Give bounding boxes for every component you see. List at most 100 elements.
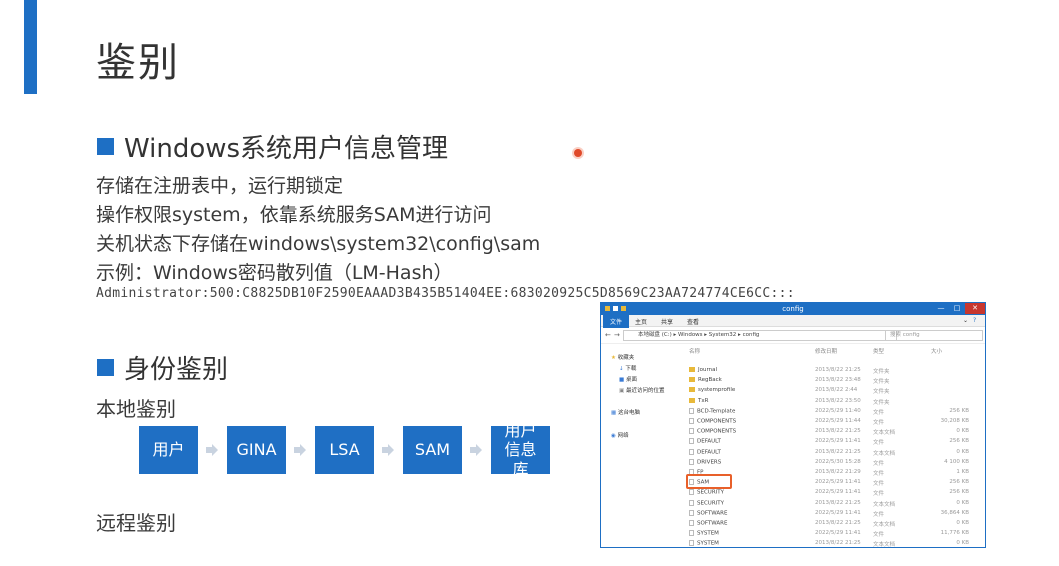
sam-file-highlight <box>686 474 732 489</box>
nav-favorites[interactable]: ★ 收藏夹 <box>611 353 634 361</box>
body-line-2: 操作权限system，依靠系统服务SAM进行访问 <box>96 204 492 226</box>
file-list: 名称 修改日期 类型 大小 Journal 2013/8/22 21:25 文件夹 R… <box>685 347 985 547</box>
column-header-name[interactable]: 名称 <box>689 347 700 355</box>
file-name: RegBack <box>689 377 722 383</box>
help-icon[interactable]: ? <box>973 317 976 324</box>
back-arrow-icon[interactable]: ← <box>605 331 611 339</box>
arrow-right-icon <box>294 444 306 456</box>
file-row[interactable]: COMPONENTS 2013/8/22 21:25 文本文档 0 KB <box>685 428 985 438</box>
file-name: TxR <box>689 397 708 404</box>
file-icon <box>689 418 694 424</box>
body-line-3: 关机状态下存储在windows\system32\config\sam <box>96 233 541 255</box>
file-size: 11,776 KB <box>940 530 969 537</box>
maximize-button[interactable]: □ <box>949 303 965 314</box>
body-line-4: 示例：Windows密码散列值（LM-Hash） <box>96 262 453 284</box>
file-name-text: SOFTWARE <box>697 520 728 527</box>
file-name: SECURITY <box>689 499 724 506</box>
local-auth-label: 本地鉴别 <box>96 397 176 421</box>
page-title: 鉴别 <box>96 40 180 86</box>
file-row[interactable]: DEFAULT 2022/5/29 11:41 文件 256 KB <box>685 438 985 448</box>
nav-label: 这台电脑 <box>617 410 640 416</box>
nav-this-pc[interactable]: ▦ 这台电脑 <box>611 408 640 416</box>
file-date: 2022/5/30 15:28 <box>815 458 861 465</box>
file-type: 文件夹 <box>873 389 890 396</box>
nav-recent[interactable]: ▣ 最近访问的位置 <box>619 386 664 394</box>
file-row[interactable]: TxR 2013/8/22 23:50 文件夹 <box>685 397 985 408</box>
file-type: 文件 <box>873 491 885 498</box>
file-row[interactable]: systemprofile 2013/8/22 2:44 文件夹 <box>685 387 985 397</box>
file-icon <box>689 499 694 506</box>
folder-icon <box>689 387 695 393</box>
ribbon-tabs: 文件 主页 共享 查看 ⌄ ? <box>601 315 985 328</box>
bullet-square-icon <box>97 138 114 155</box>
file-name: DEFAULT <box>689 448 721 455</box>
title-accent-bar <box>24 0 37 94</box>
search-input[interactable]: 搜索 config <box>885 330 983 341</box>
file-type: 文本文档 <box>873 430 896 437</box>
file-row[interactable]: SYSTEM 2022/5/29 11:41 文件 11,776 KB <box>685 530 985 540</box>
file-name: SYSTEM <box>689 540 719 547</box>
tab-share[interactable]: 共享 <box>661 317 673 326</box>
file-name: Journal <box>689 367 717 373</box>
file-size: 256 KB <box>949 407 969 414</box>
file-name: systemprofile <box>689 387 735 393</box>
file-icon <box>689 520 694 526</box>
file-size: 0 KB <box>956 428 969 435</box>
nav-label: 桌面 <box>625 377 637 383</box>
lm-hash-example: Administrator:500:C8825DB10F2590EAAAD3B4… <box>96 286 795 301</box>
arrow-right-icon <box>470 444 482 456</box>
file-row[interactable]: RegBack 2013/8/22 23:48 文件夹 <box>685 377 985 387</box>
tab-view[interactable]: 查看 <box>687 317 699 326</box>
file-row[interactable]: SECURITY 2022/5/29 11:41 文件 256 KB <box>685 489 985 499</box>
bullet-square-icon <box>97 359 114 376</box>
file-row[interactable]: Journal 2013/8/22 21:25 文件夹 <box>685 367 985 377</box>
file-size: 256 KB <box>949 489 969 496</box>
file-type: 文件夹 <box>873 399 890 406</box>
file-name-text: RegBack <box>698 377 722 384</box>
nav-label: 收藏夹 <box>617 355 635 361</box>
file-name: SOFTWARE <box>689 520 727 527</box>
file-size: 0 KB <box>956 448 969 455</box>
file-date: 2013/8/22 21:25 <box>815 540 861 547</box>
nav-label: 下载 <box>625 366 637 372</box>
file-name-text: Journal <box>698 367 718 373</box>
remote-auth-label: 远程鉴别 <box>96 511 176 535</box>
column-header-size[interactable]: 大小 <box>931 347 942 355</box>
file-icon <box>689 530 694 537</box>
file-row[interactable]: SYSTEM 2013/8/22 21:25 文本文档 0 KB <box>685 540 985 547</box>
file-icon <box>689 438 694 445</box>
file-date: 2013/8/22 21:25 <box>815 367 861 373</box>
file-row[interactable]: BCD-Template 2022/5/29 11:40 文件 256 KB <box>685 407 985 418</box>
file-size: 4 100 KB <box>944 458 969 465</box>
file-date: 2013/8/22 23:50 <box>815 397 861 404</box>
close-button[interactable]: ✕ <box>965 303 985 314</box>
file-row[interactable]: DEFAULT 2013/8/22 21:25 文本文档 0 KB <box>685 448 985 459</box>
file-type: 文件夹 <box>873 369 890 375</box>
file-date: 2013/8/22 21:25 <box>815 428 861 435</box>
navigation-pane: ★ 收藏夹 ↓ 下载 ■ 桌面 ▣ 最近访问的位置 ▦ 这台电脑 ◉ 网络 <box>601 343 681 547</box>
file-row[interactable]: DRIVERS 2022/5/30 15:28 文件 4 100 KB <box>685 458 985 469</box>
column-header-type[interactable]: 类型 <box>873 347 884 355</box>
nav-network[interactable]: ◉ 网络 <box>611 431 629 439</box>
pointer-dot <box>574 149 582 157</box>
file-date: 2013/8/22 2:44 <box>815 387 858 394</box>
section-heading-windows: Windows系统用户信息管理 <box>97 128 448 165</box>
tab-home[interactable]: 主页 <box>635 317 647 326</box>
flow-box-lsa: LSA <box>315 426 374 474</box>
file-type: 文件 <box>873 460 885 467</box>
address-input[interactable]: 本地磁盘 (C:) ▸ Windows ▸ System32 ▸ config <box>623 330 897 341</box>
forward-arrow-icon[interactable]: → <box>614 331 620 339</box>
file-name: SOFTWARE <box>689 509 727 516</box>
chevron-down-icon[interactable]: ⌄ <box>963 317 968 324</box>
file-name: DEFAULT <box>689 438 721 445</box>
file-row[interactable]: SECURITY 2013/8/22 21:25 文本文档 0 KB <box>685 499 985 510</box>
file-row[interactable]: SOFTWARE 2013/8/22 21:25 文本文档 0 KB <box>685 520 985 530</box>
nav-downloads[interactable]: ↓ 下载 <box>619 364 636 372</box>
file-date: 2022/5/29 11:41 <box>815 489 861 496</box>
nav-desktop[interactable]: ■ 桌面 <box>619 375 637 383</box>
file-row[interactable]: COMPONENTS 2022/5/29 11:44 文件 30,208 KB <box>685 418 985 428</box>
nav-label: 最近访问的位置 <box>625 388 665 394</box>
column-header-date[interactable]: 修改日期 <box>815 347 837 355</box>
minimize-button[interactable]: — <box>933 303 949 314</box>
file-row[interactable]: SOFTWARE 2022/5/29 11:41 文件 36,864 KB <box>685 509 985 520</box>
